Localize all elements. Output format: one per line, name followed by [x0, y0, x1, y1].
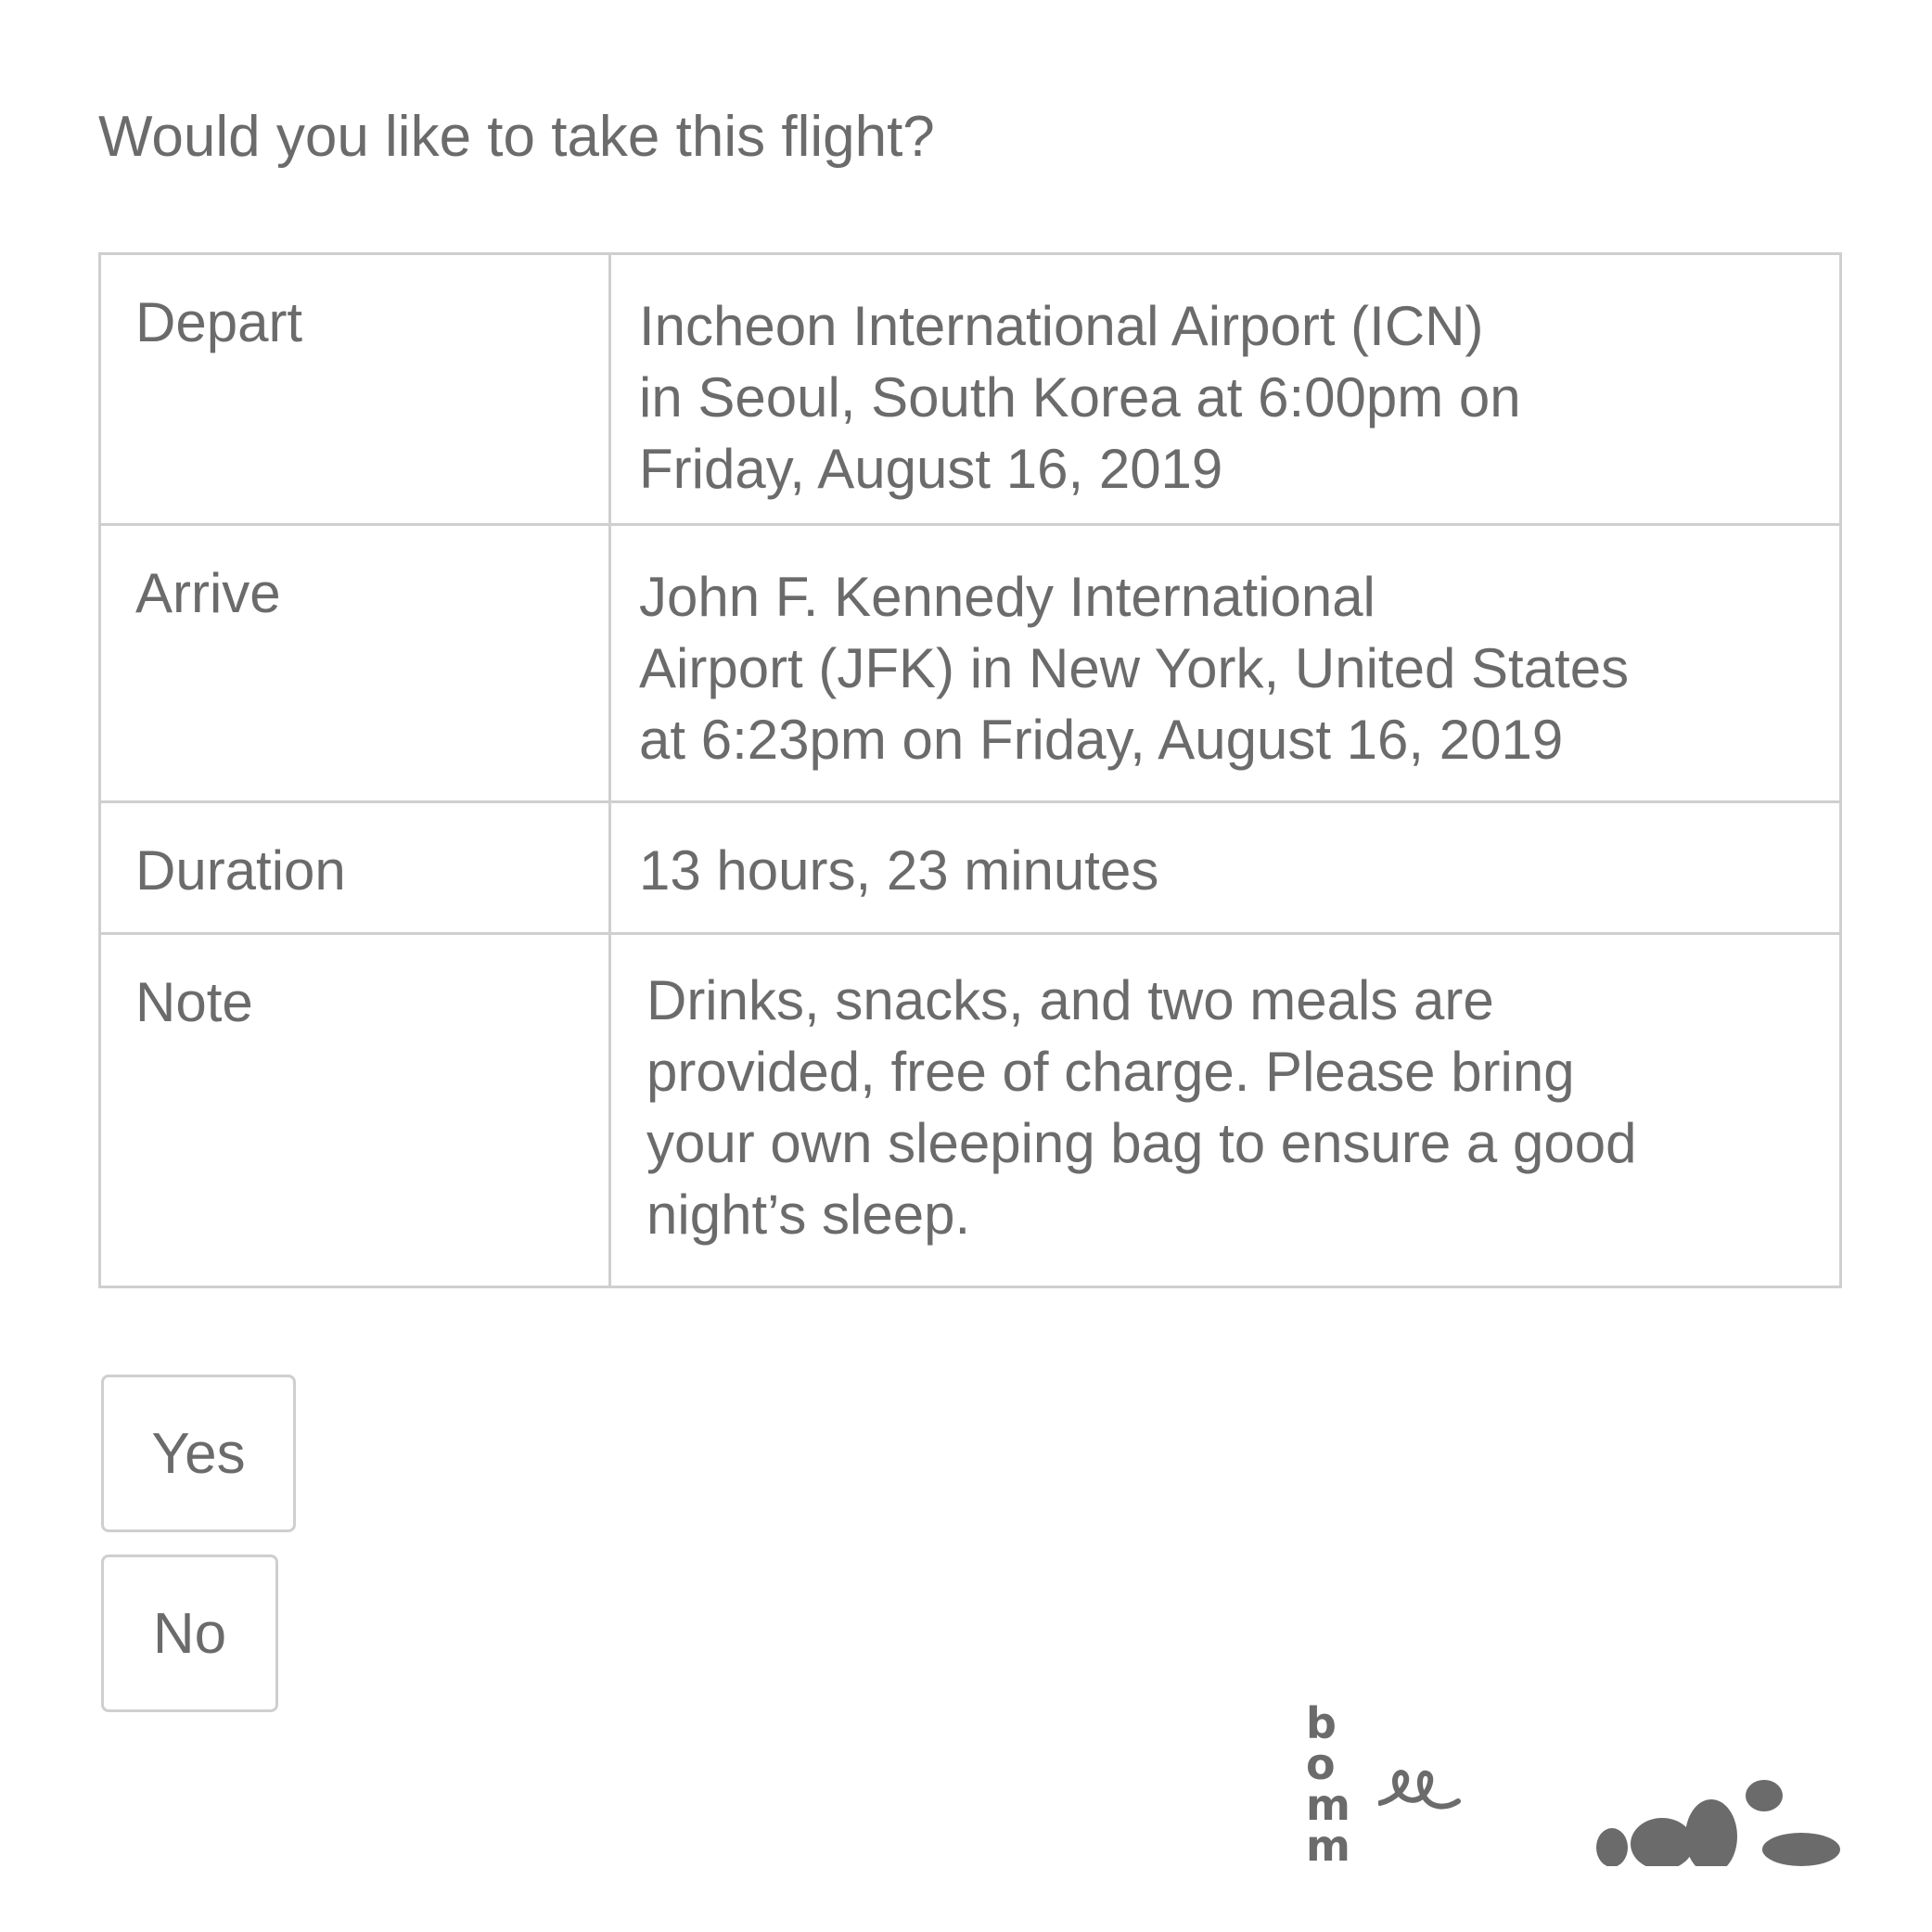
question-heading: Would you like to take this flight?: [98, 105, 935, 169]
no-button[interactable]: No: [101, 1555, 278, 1712]
bommee-logo-letter: b: [1306, 1698, 1337, 1748]
bommee-logo-letter: m: [1306, 1821, 1350, 1871]
table-row-depart: Depart Incheon International Airport (IC…: [98, 252, 1842, 526]
note-value: Drinks, snacks, and two meals are provid…: [608, 932, 1842, 1288]
duration-label: Duration: [98, 800, 611, 935]
stones-logo-icon: [1596, 1780, 1840, 1866]
yes-button[interactable]: Yes: [101, 1375, 296, 1532]
bommee-logo-letter: o: [1306, 1739, 1336, 1789]
bommee-logo-letters: b o m m: [1306, 1698, 1380, 1871]
bommee-logo-swirl-icon: [1378, 1770, 1461, 1810]
table-row-note: Note Drinks, snacks, and two meals are p…: [98, 932, 1842, 1288]
note-label: Note: [98, 932, 611, 1288]
arrive-label: Arrive: [98, 523, 611, 803]
duration-value: 13 hours, 23 minutes: [608, 800, 1842, 935]
depart-label: Depart: [98, 252, 611, 526]
bommee-logo-letter: m: [1306, 1780, 1350, 1830]
flight-details-table: Depart Incheon International Airport (IC…: [98, 252, 1842, 1288]
table-row-duration: Duration 13 hours, 23 minutes: [98, 800, 1842, 935]
arrive-value: John F. Kennedy International Airport (J…: [608, 523, 1842, 803]
table-row-arrive: Arrive John F. Kennedy International Air…: [98, 523, 1842, 803]
depart-value: Incheon International Airport (ICN) in S…: [608, 252, 1842, 526]
bommee-logo: b o m m: [1306, 1698, 1464, 1871]
